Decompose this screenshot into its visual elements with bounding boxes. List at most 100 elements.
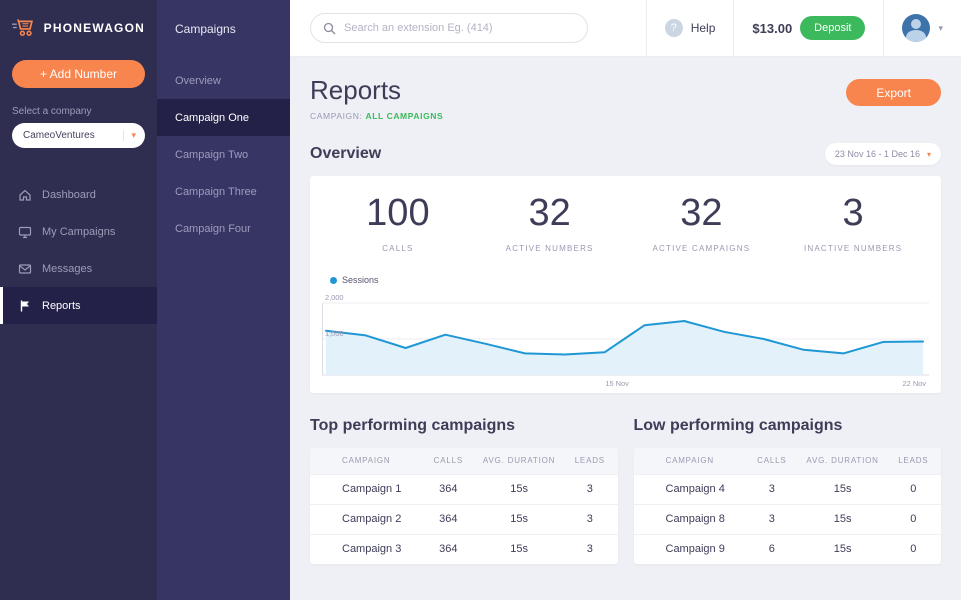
avatar[interactable] bbox=[902, 14, 931, 42]
chevron-down-icon: ▾ bbox=[926, 149, 931, 159]
campaign-tables: Top performing campaigns CAMPAIGN CALLS … bbox=[310, 417, 941, 564]
low-performing-title: Low performing campaigns bbox=[633, 417, 843, 434]
reports-content: Reports CAMPAIGN: ALL CAMPAIGNS Export O… bbox=[290, 57, 961, 600]
sidebar-item-label: Messages bbox=[42, 262, 93, 275]
primary-sidebar: PHONEWAGON + Add Number Select a company… bbox=[0, 0, 157, 600]
col-avg-duration: AVG. DURATION bbox=[476, 448, 563, 474]
top-performing-card: CAMPAIGN CALLS AVG. DURATION LEADS Campa… bbox=[310, 448, 618, 564]
xtick-15nov: 15 Nov bbox=[605, 379, 629, 388]
col-leads: LEADS bbox=[562, 448, 618, 474]
table-header-row: CAMPAIGN CALLS AVG. DURATION LEADS bbox=[633, 448, 941, 474]
stat-value: 100 bbox=[366, 192, 430, 234]
cell-calls: 364 bbox=[420, 473, 477, 504]
campaign-filter-label: CAMPAIGN: bbox=[310, 111, 363, 121]
campaigns-item-campaign-two[interactable]: Campaign Two bbox=[157, 136, 290, 173]
low-performing-section: Low performing campaigns CAMPAIGN CALLS … bbox=[633, 417, 941, 564]
sessions-chart: 2,000 1,000 15 Nov 22 Nov bbox=[322, 289, 929, 389]
campaigns-item-campaign-four[interactable]: Campaign Four bbox=[157, 210, 290, 247]
xtick-22nov: 22 Nov bbox=[903, 379, 927, 388]
stat-active-numbers: 32 ACTIVE NUMBERS bbox=[474, 192, 626, 253]
chevron-down-icon: ▾ bbox=[123, 130, 136, 141]
table-row: Campaign 9 6 15s 0 bbox=[633, 533, 941, 564]
sidebar-item-my-campaigns[interactable]: My Campaigns bbox=[0, 213, 157, 250]
date-range-selector[interactable]: 23 Nov 16 - 1 Dec 16 ▾ bbox=[824, 143, 941, 165]
chevron-down-icon[interactable]: ▾ bbox=[938, 23, 943, 34]
company-select[interactable]: CameoVentures ▾ bbox=[12, 123, 145, 148]
cell-campaign: Campaign 9 bbox=[633, 533, 745, 564]
cell-calls: 364 bbox=[420, 503, 477, 534]
user-menu[interactable]: ▾ bbox=[883, 0, 961, 56]
chart-area-fill bbox=[325, 321, 924, 375]
campaigns-item-overview[interactable]: Overview bbox=[157, 62, 290, 99]
sidebar-item-messages[interactable]: Messages bbox=[0, 250, 157, 287]
table-header-row: CAMPAIGN CALLS AVG. DURATION LEADS bbox=[310, 448, 618, 474]
envelope-icon bbox=[18, 263, 32, 274]
ytick-2000: 2,000 bbox=[325, 293, 344, 302]
select-company-label: Select a company bbox=[12, 106, 92, 117]
search-box bbox=[310, 13, 588, 43]
page-head: Reports CAMPAIGN: ALL CAMPAIGNS Export bbox=[310, 75, 941, 121]
cell-calls: 364 bbox=[420, 533, 477, 564]
campaign-filter-value[interactable]: ALL CAMPAIGNS bbox=[365, 111, 443, 121]
table-row: Campaign 2 364 15s 3 bbox=[310, 503, 618, 534]
cell-avg-duration: 15s bbox=[476, 473, 563, 504]
table-row: Campaign 1 364 15s 3 bbox=[310, 473, 618, 504]
sidebar-item-label: Dashboard bbox=[42, 188, 96, 201]
campaigns-panel-items: Overview Campaign One Campaign Two Campa… bbox=[157, 62, 290, 247]
overview-head: Overview 23 Nov 16 - 1 Dec 16 ▾ bbox=[310, 143, 941, 165]
stat-value: 32 bbox=[528, 192, 571, 234]
cell-campaign: Campaign 2 bbox=[310, 503, 421, 534]
ytick-1000: 1,000 bbox=[325, 329, 344, 338]
search-input[interactable] bbox=[344, 22, 575, 34]
stat-value: 32 bbox=[680, 192, 723, 234]
add-number-button[interactable]: + Add Number bbox=[12, 60, 145, 88]
date-range-value: 23 Nov 16 - 1 Dec 16 bbox=[834, 149, 920, 159]
cell-calls: 3 bbox=[744, 473, 800, 504]
table-row: Campaign 8 3 15s 0 bbox=[633, 503, 941, 534]
brand-name: PHONEWAGON bbox=[43, 21, 145, 35]
cell-leads: 0 bbox=[885, 533, 941, 564]
cell-campaign: Campaign 4 bbox=[633, 473, 745, 504]
home-icon bbox=[19, 189, 31, 201]
main-column: ? Help $13.00 Deposit ▾ Reports CAMP bbox=[290, 0, 961, 600]
cart-logo-icon bbox=[12, 19, 34, 36]
search-icon bbox=[323, 22, 336, 34]
stats-row: 100 CALLS 32 ACTIVE NUMBERS 32 ACTIVE CA… bbox=[322, 192, 929, 253]
campaign-filter-line: CAMPAIGN: ALL CAMPAIGNS bbox=[310, 111, 443, 121]
campaigns-item-campaign-one[interactable]: Campaign One bbox=[157, 99, 290, 136]
stat-calls: 100 CALLS bbox=[322, 192, 474, 253]
stat-active-campaigns: 32 ACTIVE CAMPAIGNS bbox=[626, 192, 778, 253]
cell-calls: 6 bbox=[744, 533, 800, 564]
table-row: Campaign 4 3 15s 0 bbox=[633, 473, 941, 504]
export-button[interactable]: Export bbox=[846, 79, 941, 106]
col-campaign: CAMPAIGN bbox=[310, 448, 421, 474]
table-row: Campaign 3 364 15s 3 bbox=[310, 533, 618, 564]
monitor-icon bbox=[18, 226, 32, 238]
top-performing-table: CAMPAIGN CALLS AVG. DURATION LEADS Campa… bbox=[310, 448, 618, 564]
sidebar-nav: Dashboard My Campaigns Messages Reports bbox=[0, 176, 157, 324]
cell-campaign: Campaign 3 bbox=[310, 533, 421, 564]
stat-label: ACTIVE NUMBERS bbox=[505, 244, 594, 253]
sidebar-item-dashboard[interactable]: Dashboard bbox=[0, 176, 157, 213]
cell-campaign: Campaign 8 bbox=[633, 503, 745, 534]
sidebar-item-reports[interactable]: Reports bbox=[0, 287, 157, 324]
stat-label: INACTIVE NUMBERS bbox=[803, 244, 903, 253]
overview-card: 100 CALLS 32 ACTIVE NUMBERS 32 ACTIVE CA… bbox=[310, 176, 941, 393]
logo: PHONEWAGON bbox=[0, 0, 157, 52]
cell-avg-duration: 15s bbox=[799, 473, 886, 504]
low-performing-card: CAMPAIGN CALLS AVG. DURATION LEADS Campa… bbox=[633, 448, 941, 564]
deposit-button[interactable]: Deposit bbox=[800, 16, 866, 40]
cell-campaign: Campaign 1 bbox=[310, 473, 421, 504]
col-calls: CALLS bbox=[744, 448, 800, 474]
topbar-right: ? Help $13.00 Deposit ▾ bbox=[645, 0, 961, 56]
cell-leads: 3 bbox=[562, 533, 618, 564]
campaigns-item-campaign-three[interactable]: Campaign Three bbox=[157, 173, 290, 210]
stat-value: 3 bbox=[842, 192, 864, 234]
sidebar-item-label: My Campaigns bbox=[42, 225, 116, 238]
help-icon: ? bbox=[664, 19, 683, 37]
cell-leads: 3 bbox=[562, 503, 618, 534]
cell-avg-duration: 15s bbox=[799, 503, 886, 534]
stat-label: CALLS bbox=[382, 244, 414, 253]
balance-section: $13.00 Deposit bbox=[733, 0, 883, 56]
help-section[interactable]: ? Help bbox=[645, 0, 734, 56]
